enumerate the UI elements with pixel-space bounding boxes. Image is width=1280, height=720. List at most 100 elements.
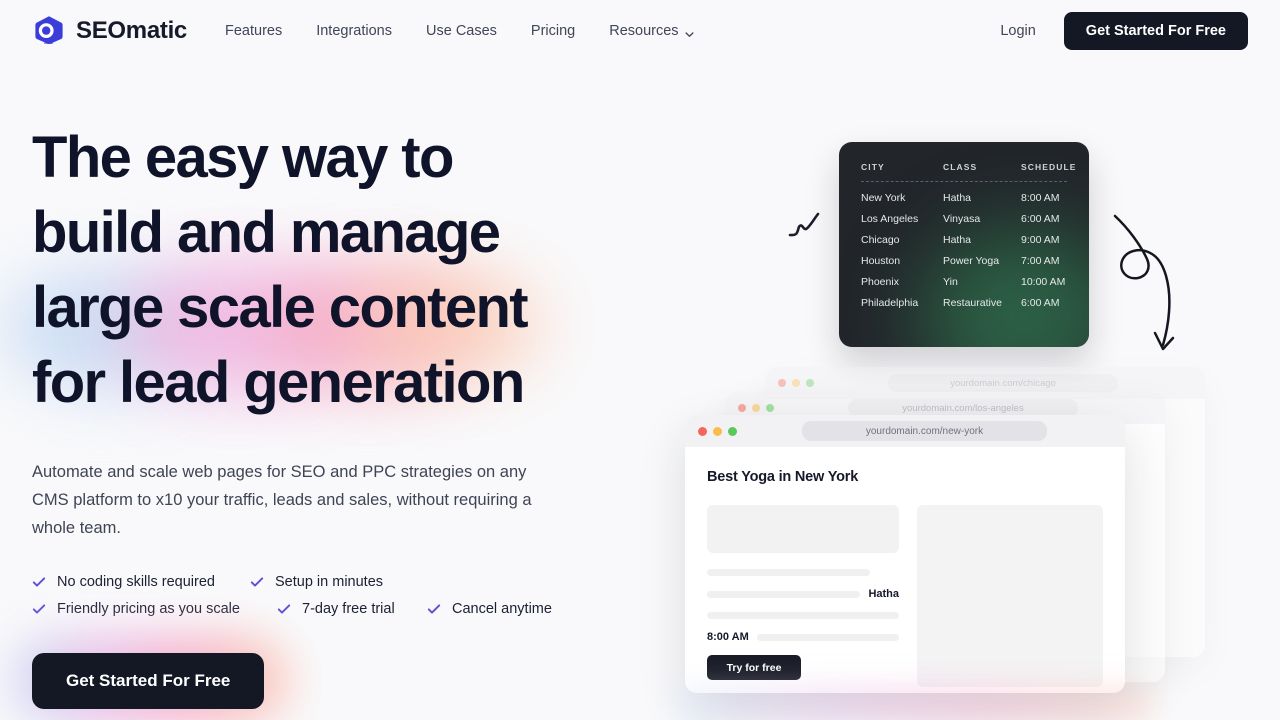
- browser-page-content: Best Yoga in New York Hatha 8:00 AM Try …: [685, 447, 1125, 687]
- try-for-free-button[interactable]: Try for free: [707, 655, 801, 680]
- schedule-card-inner: CITY CLASS SCHEDULE New York Hatha 8:00 …: [861, 162, 1075, 309]
- browser-bottom-glow: [680, 690, 1150, 720]
- content-placeholder-line: [707, 590, 861, 598]
- hero-illustration: CITY CLASS SCHEDULE New York Hatha 8:00 …: [640, 0, 1280, 720]
- content-placeholder-line: [707, 612, 899, 619]
- cell-class: Vinyasa: [943, 213, 981, 225]
- table-divider: [861, 181, 1067, 182]
- table-row: Chicago Hatha 9:00 AM: [861, 234, 1067, 246]
- cell-city: New York: [861, 192, 906, 204]
- nav-link-pricing[interactable]: Pricing: [531, 23, 575, 39]
- feature-list: No coding skills required Setup in minut…: [32, 574, 632, 617]
- chevron-down-icon: [685, 27, 694, 37]
- headline-line-2: build and manage: [32, 200, 501, 265]
- class-row: Hatha: [707, 588, 899, 600]
- check-icon: [32, 575, 46, 589]
- table-row: Philadelphia Restaurative 6:00 AM: [861, 297, 1067, 309]
- login-link[interactable]: Login: [1000, 23, 1035, 39]
- browser-window-new-york: yourdomain.com/new-york Best Yoga in New…: [685, 415, 1125, 693]
- column-header-schedule: SCHEDULE: [1021, 162, 1077, 172]
- cell-class: Hatha: [943, 234, 972, 246]
- schedule-card: CITY CLASS SCHEDULE New York Hatha 8:00 …: [839, 142, 1089, 347]
- time-label: 8:00 AM: [707, 631, 749, 643]
- seomatic-logo-icon: [32, 14, 66, 48]
- check-icon: [250, 575, 264, 589]
- hero-content: The easy way to build and manage large s…: [2, 120, 632, 720]
- nav-link-resources[interactable]: Resources: [609, 23, 694, 39]
- feature-label: Cancel anytime: [452, 601, 552, 617]
- nav-link-use-cases[interactable]: Use Cases: [426, 23, 497, 39]
- maximize-icon[interactable]: [766, 404, 774, 412]
- window-controls: [778, 379, 814, 387]
- cell-schedule: 9:00 AM: [1021, 234, 1060, 246]
- feature-row: Friendly pricing as you scale 7-day free…: [32, 601, 632, 617]
- hero-get-started-button[interactable]: Get Started For Free: [32, 653, 265, 709]
- feature-item-setup: Setup in minutes: [250, 574, 383, 590]
- check-icon: [277, 602, 291, 616]
- maximize-icon[interactable]: [806, 379, 814, 387]
- hero-subheadline: Automate and scale web pages for SEO and…: [32, 463, 532, 537]
- feature-label: Setup in minutes: [275, 574, 384, 590]
- cell-class: Restaurative: [943, 297, 1002, 309]
- trend-zigzag-icon: [784, 205, 830, 245]
- feature-label: No coding skills required: [57, 574, 215, 590]
- column-header-city: CITY: [861, 162, 885, 172]
- hero-cta-wrapper: Get Started For Free: [10, 635, 290, 720]
- class-label: Hatha: [868, 588, 899, 600]
- address-bar[interactable]: yourdomain.com/new-york: [802, 421, 1047, 441]
- feature-item-pricing: Friendly pricing as you scale: [32, 601, 277, 617]
- feature-label: Friendly pricing as you scale: [57, 601, 240, 617]
- time-row: 8:00 AM: [707, 631, 899, 643]
- window-controls: [738, 404, 774, 412]
- headline-line-1: The easy way to: [32, 125, 454, 190]
- page-title: The easy way to build and manage large s…: [32, 120, 632, 420]
- minimize-icon[interactable]: [792, 379, 800, 387]
- table-row: New York Hatha 8:00 AM: [861, 192, 1067, 204]
- close-icon[interactable]: [698, 426, 707, 436]
- table-row: Houston Power Yoga 7:00 AM: [861, 255, 1067, 267]
- browser-page-title: Best Yoga in New York: [707, 469, 859, 485]
- landing-page: SEOmatic Features Integrations Use Cases…: [0, 0, 1280, 720]
- cell-class: Hatha: [943, 192, 972, 204]
- headline-line-4: for lead generation: [32, 350, 525, 415]
- feature-item-no-coding: No coding skills required: [32, 574, 250, 590]
- cell-class: Power Yoga: [943, 255, 1000, 267]
- nav-links: Features Integrations Use Cases Pricing …: [225, 23, 694, 39]
- nav-link-resources-label: Resources: [609, 23, 679, 39]
- content-placeholder-hero: [707, 505, 899, 553]
- schedule-table-header: CITY CLASS SCHEDULE: [861, 162, 1075, 172]
- check-icon: [32, 602, 46, 616]
- close-icon[interactable]: [778, 379, 786, 387]
- browser-title-bar: yourdomain.com/new-york: [685, 415, 1125, 447]
- brand-logo[interactable]: SEOmatic: [32, 14, 187, 48]
- column-header-class: CLASS: [943, 162, 978, 172]
- cell-city: Houston: [861, 255, 901, 267]
- window-controls: [698, 426, 737, 436]
- minimize-icon[interactable]: [752, 404, 760, 412]
- curly-arrow-icon: [1095, 200, 1200, 365]
- brand-name: SEOmatic: [76, 17, 187, 44]
- cell-schedule: 10:00 AM: [1021, 276, 1066, 288]
- feature-item-trial: 7-day free trial: [277, 601, 427, 617]
- close-icon[interactable]: [738, 404, 746, 412]
- cell-city: Los Angeles: [861, 213, 919, 225]
- maximize-icon[interactable]: [728, 426, 737, 436]
- address-bar[interactable]: yourdomain.com/chicago: [888, 374, 1118, 392]
- nav-link-integrations[interactable]: Integrations: [316, 23, 392, 39]
- nav-get-started-button[interactable]: Get Started For Free: [1063, 12, 1248, 50]
- cell-schedule: 8:00 AM: [1021, 192, 1060, 204]
- content-placeholder-image: [917, 505, 1103, 687]
- top-navigation-bar: SEOmatic Features Integrations Use Cases…: [0, 0, 1280, 62]
- content-placeholder-line: [707, 569, 871, 576]
- table-row: Phoenix Yin 10:00 AM: [861, 276, 1067, 288]
- headline-line-3: large scale content: [32, 275, 529, 340]
- cell-city: Phoenix: [861, 276, 899, 288]
- feature-row: No coding skills required Setup in minut…: [32, 574, 632, 590]
- browser-page-grid: Hatha 8:00 AM Try for free: [707, 505, 1103, 687]
- feature-label: 7-day free trial: [302, 601, 395, 617]
- nav-link-features[interactable]: Features: [225, 23, 282, 39]
- minimize-icon[interactable]: [713, 426, 722, 436]
- table-row: Los Angeles Vinyasa 6:00 AM: [861, 213, 1067, 225]
- cell-class: Yin: [943, 276, 958, 288]
- feature-item-cancel: Cancel anytime: [427, 601, 552, 617]
